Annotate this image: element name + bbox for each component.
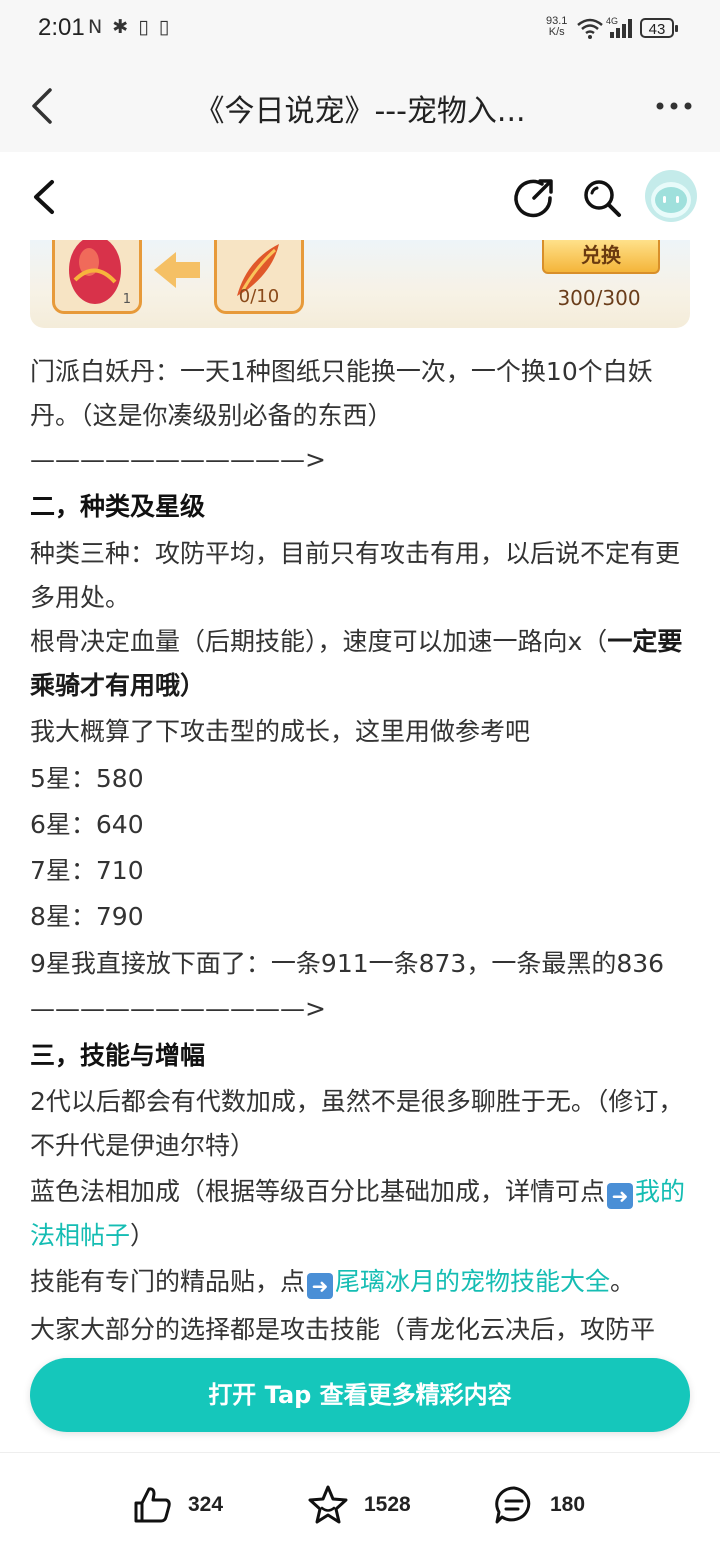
paragraph: 我大概算了下攻击型的成长，这里用做参考吧 <box>30 717 531 746</box>
bottom-action-bar: 324 1528 180 <box>0 1452 720 1555</box>
comment-count: 180 <box>550 1493 586 1516</box>
star-line: 9星我直接放下面了：一条911一条873，一条最黑的836 <box>30 949 665 978</box>
like-button[interactable]: 324 <box>130 1483 223 1527</box>
arrow-left-icon <box>154 252 200 288</box>
paragraph: 蓝色法相加成（根据等级百分比基础加成，详情可点 ➜ 我的法相帖子） <box>30 1177 686 1250</box>
section-heading: 三，技能与增幅 <box>30 1041 206 1070</box>
back-arrow-icon[interactable] <box>26 86 66 126</box>
paragraph: 技能有专门的精品贴，点 ➜ 尾璃冰月的宠物技能大全。 <box>30 1267 636 1299</box>
back-icon[interactable] <box>28 178 60 216</box>
wifi-icon <box>577 18 603 39</box>
slot-fraction: 0/10 <box>238 286 280 307</box>
open-tap-button[interactable]: 打开 Tap 查看更多精彩内容 <box>30 1358 690 1432</box>
feather-item-slot: 0/10 <box>214 240 304 314</box>
app-bar <box>0 152 720 240</box>
favorite-button[interactable]: 1528 <box>306 1483 411 1527</box>
paragraph: 2代以后都会有代数加成，虽然不是很多聊胜于无。（修订，不升代是伊迪尔特） <box>30 1087 684 1160</box>
share-icon[interactable] <box>512 176 556 220</box>
comment-button[interactable]: 180 <box>492 1483 585 1527</box>
thumbs-up-icon <box>134 1487 171 1523</box>
battery-icon: 43 <box>640 18 678 38</box>
divider-arrow: ———————————> <box>30 445 326 474</box>
egg-item-slot: 1 <box>52 240 142 314</box>
star-line: 8星：790 <box>30 902 144 931</box>
search-icon[interactable] <box>580 176 624 220</box>
arrow-right-icon: ➜ <box>607 1183 634 1209</box>
arrow-right-icon: ➜ <box>307 1273 334 1299</box>
star-icon <box>308 1485 348 1524</box>
paragraph: 种类三种：攻防平均，目前只有攻击有用，以后说不定有更多用处。 <box>30 539 681 612</box>
comment-icon <box>495 1486 531 1524</box>
favorite-count: 1528 <box>364 1493 411 1516</box>
paragraph: 门派白妖丹：一天1种图纸只能换一次，一个换10个白妖丹。（这是你凑级别必备的东西… <box>30 357 653 430</box>
page-title: 《今日说宠》---宠物入... <box>194 94 526 129</box>
star-line: 5星：580 <box>30 764 144 793</box>
avatar[interactable] <box>645 170 697 222</box>
star-line: 6星：640 <box>30 810 144 839</box>
paragraph: 根骨决定血量（后期技能），速度可以加速一路向x（一定要乘骑才有用哦） <box>30 627 683 700</box>
signal-icon: 4G <box>606 16 632 38</box>
status-time: 2:01 <box>38 14 85 41</box>
status-bar: 2:01 N ✱ ▯ ▯ 93.1 K/s 4G 43 <box>0 0 720 60</box>
network-type-label: 4G <box>606 16 618 26</box>
like-count: 324 <box>188 1493 224 1516</box>
more-icon[interactable] <box>654 96 694 116</box>
star-line: 7星：710 <box>30 856 144 885</box>
avatar-face-icon <box>651 182 691 218</box>
network-speed: 93.1 K/s <box>546 15 568 38</box>
section-heading: 二，种类及星级 <box>30 492 206 521</box>
status-notification-icons: N ✱ ▯ ▯ <box>88 16 172 38</box>
divider-arrow: ———————————> <box>30 994 326 1023</box>
article-content: 1 0/10 兑换 300/300 门派白妖丹：一天1种图纸只能换一次，一个换1… <box>0 240 720 1450</box>
pet-skill-guide-link[interactable]: 尾璃冰月的宠物技能大全 <box>335 1267 610 1296</box>
slot-count: 1 <box>122 292 131 307</box>
exchange-button: 兑换 <box>542 240 660 274</box>
paragraph: 大家大部分的选择都是攻击技能（青龙化云决后，攻防平 <box>30 1315 656 1344</box>
title-bar: 《今日说宠》---宠物入... <box>0 60 720 152</box>
exchange-count: 300/300 <box>557 286 641 310</box>
exchange-banner-image: 1 0/10 兑换 300/300 <box>30 240 690 328</box>
